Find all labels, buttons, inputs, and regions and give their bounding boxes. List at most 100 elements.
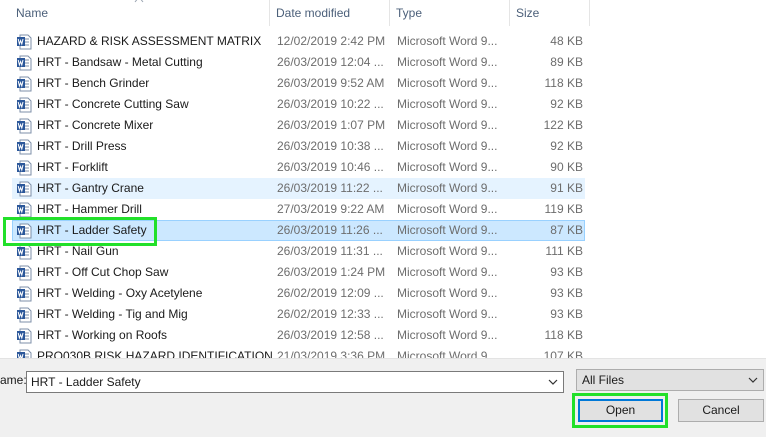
column-header-size[interactable]: Size <box>510 0 590 26</box>
file-name: HRT - Welding - Tig and Mig <box>37 307 188 321</box>
file-date-modified: 26/03/2019 1:24 PM <box>277 265 386 279</box>
file-type: Microsoft Word 9... <box>397 265 498 279</box>
file-type: Microsoft Word 9... <box>397 349 498 358</box>
file-name: HRT - Forklift <box>37 160 108 174</box>
file-size: 107 KB <box>543 349 583 358</box>
file-size: 89 KB <box>550 55 583 69</box>
file-row[interactable]: HRT - Working on Roofs 26/03/2019 12:58 … <box>12 325 585 346</box>
file-date-modified: 26/03/2019 10:46 ... <box>277 160 384 174</box>
file-row[interactable]: HAZARD & RISK ASSESSMENT MATRIX 12/02/20… <box>12 31 585 52</box>
column-header-date[interactable]: Date modified <box>270 0 390 26</box>
column-header-name[interactable]: Name <box>10 0 270 26</box>
word-document-icon <box>17 202 32 218</box>
column-header: Name Date modified Type Size <box>0 0 590 26</box>
file-date-modified: 12/02/2019 2:42 PM <box>277 34 386 48</box>
file-date-modified: 26/02/2019 12:33 ... <box>277 307 384 321</box>
file-type: Microsoft Word 9... <box>397 202 498 216</box>
file-type: Microsoft Word 9... <box>397 307 498 321</box>
file-date-modified: 26/03/2019 12:58 ... <box>277 328 384 342</box>
file-row[interactable]: HRT - Forklift 26/03/2019 10:46 ... Micr… <box>12 157 585 178</box>
word-document-icon <box>17 328 32 344</box>
file-type-select[interactable]: All Files <box>576 369 764 391</box>
file-list[interactable]: HAZARD & RISK ASSESSMENT MATRIX 12/02/20… <box>0 31 590 358</box>
file-row[interactable]: HRT - Nail Gun 26/03/2019 11:31 ... Micr… <box>12 241 585 262</box>
file-size: 48 KB <box>550 34 583 48</box>
column-header-type[interactable]: Type <box>390 0 510 26</box>
right-blank-area <box>590 0 766 358</box>
file-name: HRT - Gantry Crane <box>37 181 144 195</box>
file-row[interactable]: HRT - Gantry Crane 26/03/2019 11:22 ... … <box>12 178 585 199</box>
file-size: 92 KB <box>550 97 583 111</box>
file-type: Microsoft Word 9... <box>397 223 498 237</box>
file-size: 87 KB <box>550 223 583 237</box>
file-type: Microsoft Word 9... <box>397 34 498 48</box>
file-type: Microsoft Word 9... <box>397 118 498 132</box>
word-document-icon <box>17 97 32 113</box>
file-name-label: ame: <box>0 373 27 387</box>
file-date-modified: 26/03/2019 1:07 PM <box>277 118 386 132</box>
file-row[interactable]: HRT - Bandsaw - Metal Cutting 26/03/2019… <box>12 52 585 73</box>
file-date-modified: 26/03/2019 11:22 ... <box>277 181 383 195</box>
file-name-input[interactable] <box>26 371 564 393</box>
cancel-button[interactable]: Cancel <box>678 399 764 422</box>
word-document-icon <box>17 244 32 260</box>
file-name: HRT - Welding - Oxy Acetylene <box>37 286 203 300</box>
file-type: Microsoft Word 9... <box>397 76 498 90</box>
open-button[interactable]: Open <box>578 399 663 422</box>
file-type: Microsoft Word 9... <box>397 244 498 258</box>
file-size: 119 KB <box>544 202 583 216</box>
word-document-icon <box>17 118 32 134</box>
file-row[interactable]: HRT - Welding - Oxy Acetylene 26/02/2019… <box>12 283 585 304</box>
file-size: 122 KB <box>543 118 583 132</box>
word-document-icon <box>17 265 32 281</box>
file-size: 92 KB <box>550 139 583 153</box>
file-date-modified: 26/03/2019 10:22 ... <box>277 97 384 111</box>
file-size: 91 KB <box>550 181 583 195</box>
file-type: Microsoft Word 9... <box>397 328 498 342</box>
file-name: HRT - Concrete Mixer <box>37 118 154 132</box>
file-name: HRT - Ladder Safety <box>37 223 147 237</box>
word-document-icon <box>17 160 32 176</box>
file-size: 93 KB <box>550 307 583 321</box>
word-document-icon <box>17 76 32 92</box>
file-date-modified: 26/03/2019 10:38 ... <box>277 139 384 153</box>
file-date-modified: 27/03/2019 9:22 AM <box>277 202 385 216</box>
file-date-modified: 26/02/2019 12:09 ... <box>277 286 384 300</box>
file-type: Microsoft Word 9... <box>397 181 498 195</box>
file-size: 90 KB <box>550 160 583 174</box>
file-row[interactable]: HRT - Concrete Mixer 26/03/2019 1:07 PM … <box>12 115 585 136</box>
file-size: 118 KB <box>544 76 583 90</box>
word-document-icon <box>17 349 32 358</box>
file-date-modified: 21/03/2019 3:36 PM <box>277 349 386 358</box>
word-document-icon <box>17 223 32 239</box>
file-name: HRT - Off Cut Chop Saw <box>37 265 169 279</box>
file-type: Microsoft Word 9... <box>397 160 498 174</box>
file-row[interactable]: HRT - Welding - Tig and Mig 26/02/2019 1… <box>12 304 585 325</box>
chevron-down-icon[interactable] <box>546 374 560 390</box>
file-date-modified: 26/03/2019 12:04 ... <box>277 55 384 69</box>
file-type: Microsoft Word 9... <box>397 286 498 300</box>
file-row[interactable]: HRT - Ladder Safety 26/03/2019 11:26 ...… <box>12 220 585 241</box>
file-size: 93 KB <box>550 265 583 279</box>
file-name: HRT - Bench Grinder <box>37 76 150 90</box>
dialog-footer: ame: All Files Open Cancel <box>0 358 766 437</box>
word-document-icon <box>17 55 32 71</box>
file-name: HRT - Nail Gun <box>37 244 119 258</box>
file-row[interactable]: HRT - Off Cut Chop Saw 26/03/2019 1:24 P… <box>12 262 585 283</box>
file-type: Microsoft Word 9... <box>397 55 498 69</box>
file-date-modified: 26/03/2019 9:52 AM <box>277 76 385 90</box>
word-document-icon <box>17 34 32 50</box>
file-size: 118 KB <box>544 328 583 342</box>
word-document-icon <box>17 307 32 323</box>
word-document-icon <box>17 181 32 197</box>
file-size: 111 KB <box>545 244 583 258</box>
file-row[interactable]: HRT - Drill Press 26/03/2019 10:38 ... M… <box>12 136 585 157</box>
file-date-modified: 26/03/2019 11:31 ... <box>277 244 383 258</box>
chevron-down-icon <box>748 377 758 383</box>
file-row[interactable]: HRT - Bench Grinder 26/03/2019 9:52 AM M… <box>12 73 585 94</box>
file-row[interactable]: HRT - Hammer Drill 27/03/2019 9:22 AM Mi… <box>12 199 585 220</box>
file-size: 93 KB <box>550 286 583 300</box>
file-row[interactable]: HRT - Concrete Cutting Saw 26/03/2019 10… <box>12 94 585 115</box>
file-row[interactable]: PRO030B RISK HAZARD IDENTIFICATION 21/03… <box>12 346 585 358</box>
file-type: Microsoft Word 9... <box>397 139 498 153</box>
